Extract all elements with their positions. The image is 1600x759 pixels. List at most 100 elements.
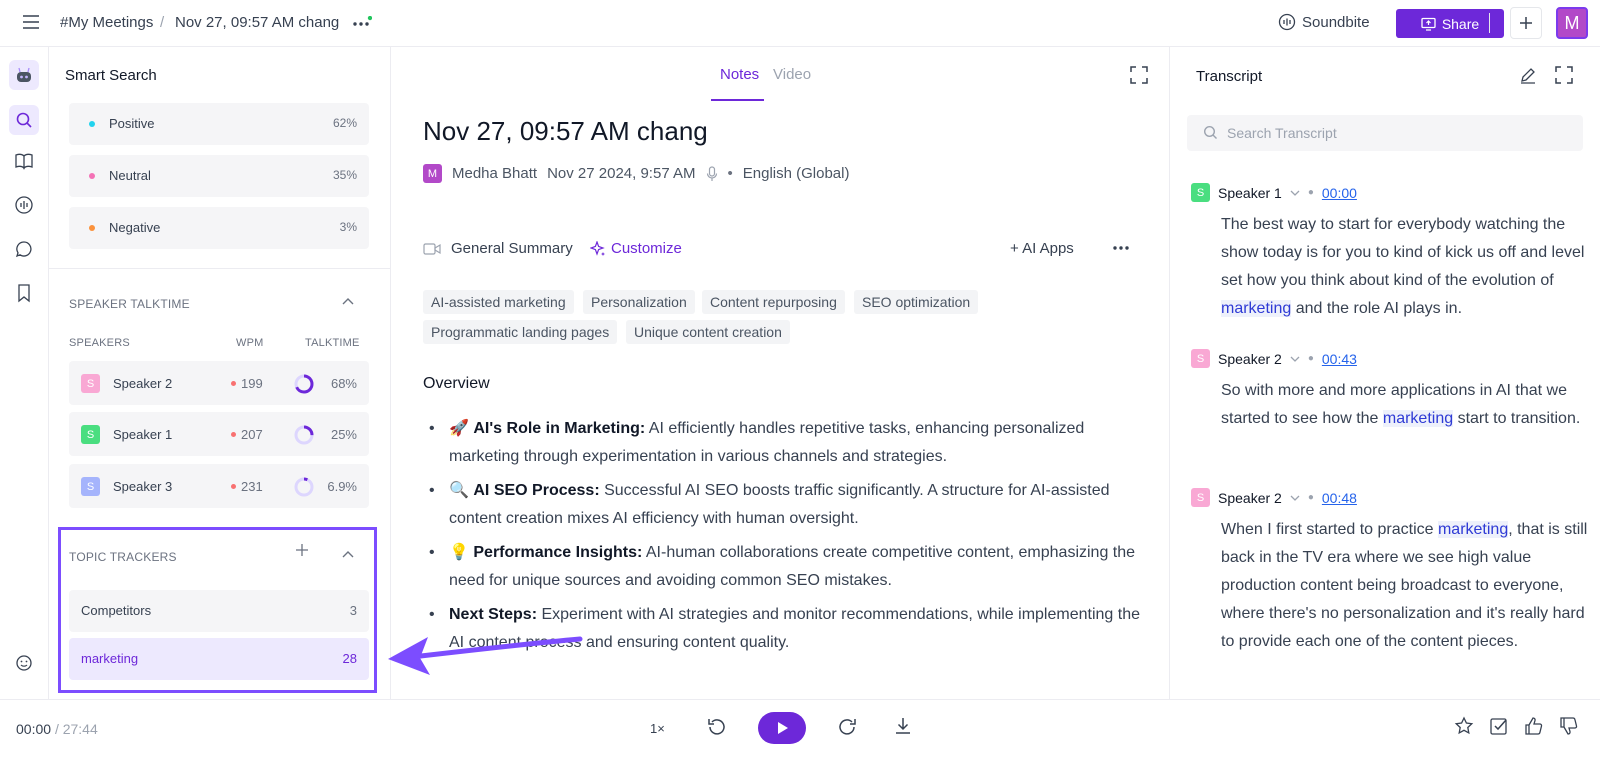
keyword-highlight[interactable]: marketing	[1382, 410, 1454, 427]
speaker-name[interactable]: Speaker 2	[1218, 351, 1282, 367]
transcript-text: So with more and more applications in AI…	[1221, 377, 1591, 433]
text-segment: and the role AI plays in.	[1291, 300, 1463, 317]
rewind-icon[interactable]	[706, 716, 728, 738]
bot-icon[interactable]	[9, 60, 39, 90]
add-button[interactable]	[1510, 7, 1542, 39]
checklist-icon[interactable]	[1489, 716, 1509, 736]
talktime-ring	[293, 424, 315, 446]
topic-chip[interactable]: Personalization	[583, 290, 695, 314]
chevron-down-icon[interactable]	[1290, 495, 1300, 501]
notes-more-icon[interactable]	[1112, 245, 1130, 251]
keyword-highlight[interactable]: marketing	[1437, 521, 1509, 538]
sentiment-row-positive[interactable]: Positive 62%	[69, 103, 369, 145]
tab-video[interactable]: Video	[773, 66, 811, 83]
timestamp-link[interactable]: 00:43	[1322, 351, 1357, 367]
speaker-name: Speaker 2	[113, 376, 173, 391]
speaker-badge: S	[81, 425, 100, 444]
current-time: 00:00	[16, 721, 52, 737]
speaker-name[interactable]: Speaker 1	[1218, 185, 1282, 201]
topic-row-marketing[interactable]: marketing 28	[69, 638, 369, 680]
customize-label: Customize	[611, 240, 682, 257]
tab-notes[interactable]: Notes	[720, 66, 759, 83]
transcript-panel: Transcript Search Transcript S Speaker 1…	[1171, 47, 1600, 699]
book-icon[interactable]	[12, 149, 36, 173]
meeting-language: English (Global)	[742, 165, 850, 182]
timestamp-link[interactable]: 00:00	[1322, 185, 1357, 201]
soundbite-icon	[1278, 13, 1296, 31]
expand-icon[interactable]	[1130, 66, 1148, 84]
topic-chip[interactable]: Programmatic landing pages	[423, 320, 618, 344]
topic-chip[interactable]: Unique content creation	[626, 320, 790, 344]
panel-title: Smart Search	[65, 67, 157, 84]
bookmark-icon[interactable]	[12, 281, 36, 305]
summary-type-selector[interactable]: General Summary	[423, 240, 573, 257]
sentiment-dot	[89, 173, 95, 179]
microphone-icon	[706, 165, 718, 182]
topic-chip[interactable]: AI-assisted marketing	[423, 290, 574, 314]
edit-icon[interactable]	[1519, 66, 1537, 84]
video-camera-icon	[423, 242, 441, 256]
talktime-section-title: SPEAKER TALKTIME	[69, 297, 190, 311]
soundbite-button[interactable]: Soundbite	[1278, 13, 1370, 31]
summary-type-label: General Summary	[451, 240, 573, 257]
chevron-down-icon[interactable]	[1290, 356, 1300, 362]
bullet-title: AI's Role in Marketing:	[473, 420, 646, 437]
keyword-highlight[interactable]: marketing	[1221, 300, 1292, 317]
bullet-emoji: 🔍	[449, 482, 469, 499]
speaker-row[interactable]: S Speaker 3 231 6.9%	[69, 464, 369, 508]
user-avatar[interactable]: M	[1556, 7, 1588, 39]
bullet-title: AI SEO Process:	[473, 482, 600, 499]
meta-separator: •	[727, 165, 733, 182]
ai-apps-button[interactable]: + AI Apps	[1010, 240, 1074, 257]
menu-icon[interactable]	[22, 14, 40, 30]
thumbs-up-icon[interactable]	[1524, 716, 1544, 736]
divider	[49, 268, 390, 269]
speaker-row[interactable]: S Speaker 2 199 68%	[69, 361, 369, 405]
search-icon[interactable]	[9, 105, 39, 135]
forward-icon[interactable]	[836, 716, 858, 738]
list-item: 🚀 AI's Role in Marketing: AI efficiently…	[423, 415, 1143, 471]
collapse-topics-icon[interactable]	[342, 550, 354, 558]
topic-chip[interactable]: Content repurposing	[702, 290, 845, 314]
sentiment-label: Positive	[109, 116, 155, 131]
add-topic-icon[interactable]	[295, 543, 309, 557]
breadcrumb-parent[interactable]: #My Meetings	[60, 14, 153, 31]
transcript-title: Transcript	[1196, 68, 1263, 85]
more-options-icon[interactable]	[352, 16, 372, 30]
bullet-emoji: 💡	[449, 544, 469, 561]
playback-speed-button[interactable]: 1×	[650, 721, 665, 736]
topic-label: Competitors	[81, 603, 152, 618]
breadcrumb-separator: /	[160, 14, 165, 31]
chevron-down-icon[interactable]	[1290, 190, 1300, 196]
timestamp-link[interactable]: 00:48	[1322, 490, 1357, 506]
sentiment-label: Neutral	[109, 168, 151, 183]
breadcrumb-current: Nov 27, 09:57 AM chang	[175, 14, 340, 31]
speaker-talktime: 25%	[330, 427, 357, 442]
soundbite-label: Soundbite	[1302, 13, 1370, 31]
talktime-ring	[293, 373, 315, 395]
wpm-dot	[231, 432, 236, 437]
sentiment-percent: 35%	[332, 168, 357, 182]
topic-trackers-title: TOPIC TRACKERS	[69, 550, 177, 564]
star-icon[interactable]	[1454, 716, 1474, 736]
share-label: Share	[1441, 15, 1480, 32]
transcript-entry-header: S Speaker 1 ● 00:00	[1191, 183, 1357, 202]
sentiment-row-negative[interactable]: Negative 3%	[69, 207, 369, 249]
speaker-row[interactable]: S Speaker 1 207 25%	[69, 412, 369, 456]
play-button[interactable]	[758, 712, 806, 744]
transcript-search-input[interactable]: Search Transcript	[1187, 115, 1583, 151]
share-button[interactable]: Share	[1396, 9, 1504, 38]
sentiment-label: Negative	[109, 220, 161, 235]
smiley-icon[interactable]	[12, 651, 36, 675]
collapse-talktime-icon[interactable]	[342, 297, 354, 305]
customize-button[interactable]: Customize	[590, 240, 682, 257]
expand-transcript-icon[interactable]	[1555, 66, 1573, 84]
topic-row-competitors[interactable]: Competitors 3	[69, 590, 369, 632]
waveform-icon[interactable]	[12, 193, 36, 217]
chat-icon[interactable]	[12, 237, 36, 261]
sentiment-row-neutral[interactable]: Neutral 35%	[69, 155, 369, 197]
topic-chip[interactable]: SEO optimization	[854, 290, 979, 314]
speaker-name[interactable]: Speaker 2	[1218, 490, 1282, 506]
download-icon[interactable]	[893, 716, 913, 736]
thumbs-down-icon[interactable]	[1559, 716, 1579, 736]
